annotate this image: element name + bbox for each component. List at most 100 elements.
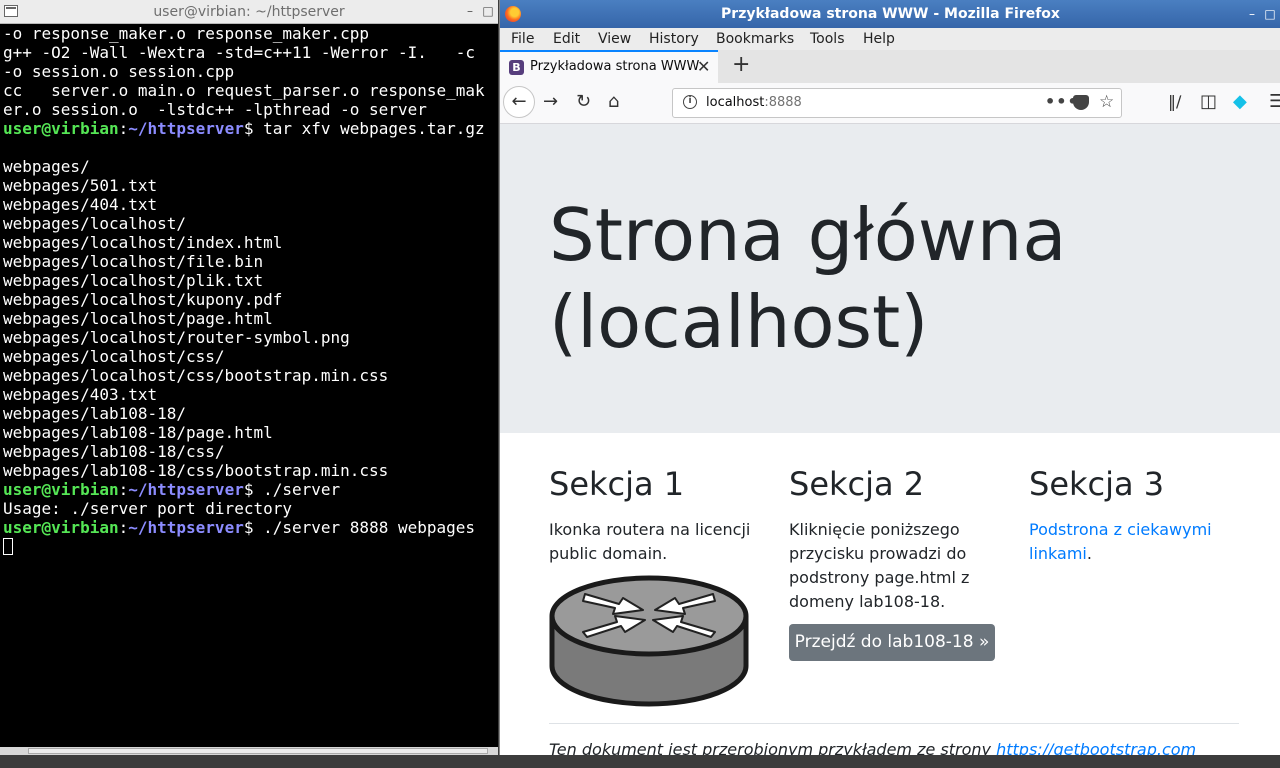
back-arrow-icon[interactable]: ← (503, 86, 535, 118)
terminal-titlebar[interactable]: user@virbian: ~/httpserver – □ (0, 0, 498, 24)
terminal-line: webpages/localhost/css/ (3, 347, 498, 366)
bootstrap-favicon-icon: B (509, 60, 524, 75)
terminal-line: webpages/localhost/index.html (3, 233, 498, 252)
terminal-line: user@virbian:~/httpserver$ ./server 8888… (3, 518, 498, 537)
url-bar[interactable]: i localhost:8888 ••• ☆ (672, 88, 1122, 118)
section-2-title: Sekcja 2 (789, 465, 925, 503)
prompt-path: ~/httpserver (128, 119, 244, 138)
menu-bookmarks[interactable]: Bookmarks (716, 31, 794, 47)
tab-active[interactable]: B Przykładowa strona WWW ✕ (500, 50, 718, 83)
pocket-icon[interactable] (1073, 95, 1089, 110)
terminal-cursor-line (3, 537, 498, 556)
terminal-line: webpages/localhost/plik.txt (3, 271, 498, 290)
output-text: webpages/404.txt (3, 195, 158, 214)
terminal-line: webpages/localhost/kupony.pdf (3, 290, 498, 309)
menu-file[interactable]: File (511, 31, 534, 47)
output-text: Usage: ./server port directory (3, 499, 292, 518)
menu-help[interactable]: Help (863, 31, 895, 47)
hamburger-menu-icon[interactable]: ☰ (1269, 92, 1280, 112)
sidebar-icon[interactable]: ◫ (1200, 92, 1217, 112)
output-text: webpages/lab108-18/page.html (3, 423, 273, 442)
output-text: er.o session.o -lstdc++ -lpthread -o ser… (3, 100, 427, 119)
output-text: webpages/lab108-18/css/bootstrap.min.css (3, 461, 389, 480)
terminal-line: webpages/501.txt (3, 176, 498, 195)
terminal-line: webpages/404.txt (3, 195, 498, 214)
forward-arrow-icon[interactable]: → (543, 92, 558, 112)
terminal-line: Usage: ./server port directory (3, 499, 498, 518)
tab-title: Przykładowa strona WWW (530, 59, 700, 74)
terminal-line: -o session.o session.cpp (3, 62, 498, 81)
home-icon[interactable]: ⌂ (608, 92, 619, 112)
section-3-text: Podstrona z ciekawymi linkami. (1029, 518, 1249, 566)
new-tab-icon[interactable]: + (732, 52, 750, 77)
prompt-user: user@virbian (3, 480, 119, 499)
terminal-line: webpages/localhost/ (3, 214, 498, 233)
firefox-bottom-border (499, 755, 1280, 768)
output-text: -o session.o session.cpp (3, 62, 235, 81)
terminal-line: webpages/localhost/file.bin (3, 252, 498, 271)
prompt-path: ~/httpserver (128, 480, 244, 499)
lab108-button[interactable]: Przejdź do lab108-18 » (789, 624, 995, 661)
site-info-icon[interactable]: i (683, 95, 697, 109)
maximize-icon[interactable]: □ (1262, 6, 1278, 22)
navigation-toolbar: ← → ↻ ⌂ i localhost:8888 ••• ☆ ‖∕ ◫ ◆ ☰ (500, 83, 1280, 124)
section-3-period: . (1086, 544, 1092, 563)
close-tab-icon[interactable]: ✕ (697, 57, 710, 76)
output-text: cc server.o main.o request_parser.o resp… (3, 81, 485, 100)
links-subpage-link[interactable]: Podstrona z ciekawymi linkami (1029, 520, 1212, 563)
terminal-window[interactable]: user@virbian: ~/httpserver – □ -o respon… (0, 0, 498, 768)
terminal-line: webpages/lab108-18/css/bootstrap.min.css (3, 461, 498, 480)
output-text: webpages/localhost/css/bootstrap.min.css (3, 366, 389, 385)
firefox-titlebar[interactable]: Przykładowa strona WWW - Mozilla Firefox… (500, 0, 1280, 28)
web-page[interactable]: Strona główna (localhost) Sekcja 1 Ikonk… (500, 124, 1280, 760)
menu-view[interactable]: View (598, 31, 631, 47)
terminal-line: webpages/403.txt (3, 385, 498, 404)
terminal-line: webpages/lab108-18/css/ (3, 442, 498, 461)
output-text: webpages/ (3, 157, 90, 176)
output-text: webpages/lab108-18/css/ (3, 442, 225, 461)
reload-icon[interactable]: ↻ (576, 92, 591, 112)
prompt-separator: : (118, 480, 129, 499)
output-text: webpages/localhost/css/ (3, 347, 225, 366)
command-text: ./server 8888 webpages (253, 518, 476, 537)
bookmark-star-icon[interactable]: ☆ (1099, 92, 1114, 112)
library-icon[interactable]: ‖∕ (1168, 92, 1181, 112)
router-symbol-image (549, 575, 749, 707)
menubar: File Edit View History Bookmarks Tools H… (500, 28, 1280, 50)
section-1-title: Sekcja 1 (549, 465, 685, 503)
output-text: webpages/lab108-18/ (3, 404, 187, 423)
page-title: Strona główna (localhost) (549, 193, 1067, 364)
minimize-icon[interactable]: – (1244, 6, 1260, 22)
terminal-line: webpages/localhost/page.html (3, 309, 498, 328)
url-text[interactable]: localhost:8888 (706, 95, 802, 110)
menu-edit[interactable]: Edit (553, 31, 580, 47)
output-text: webpages/501.txt (3, 176, 158, 195)
terminal-scrollbar-thumb[interactable] (28, 748, 488, 754)
firefox-window[interactable]: Przykładowa strona WWW - Mozilla Firefox… (499, 0, 1280, 760)
terminal-scrollbar[interactable] (0, 747, 498, 755)
terminal-line: er.o session.o -lstdc++ -lpthread -o ser… (3, 100, 498, 119)
maximize-icon[interactable]: □ (480, 3, 496, 19)
command-text: tar xfv webpages.tar.gz (253, 119, 485, 138)
terminal-line: webpages/localhost/css/bootstrap.min.css (3, 366, 498, 385)
section-1-text: Ikonka routera na licencji public domain… (549, 520, 751, 563)
output-text: webpages/localhost/page.html (3, 309, 273, 328)
terminal-bottom-border (0, 755, 498, 768)
prompt-user: user@virbian (3, 518, 119, 537)
terminal-line: webpages/ (3, 157, 498, 176)
output-text: webpages/localhost/file.bin (3, 252, 264, 271)
minimize-icon[interactable]: – (462, 3, 478, 19)
output-text: g++ -O2 -Wall -Wextra -std=c++11 -Werror… (3, 43, 476, 62)
output-text: webpages/localhost/ (3, 214, 187, 233)
extension-icon[interactable]: ◆ (1233, 92, 1247, 112)
output-text: webpages/localhost/plik.txt (3, 271, 264, 290)
terminal-line: webpages/lab108-18/page.html (3, 423, 498, 442)
terminal-cursor (3, 538, 13, 555)
terminal-line: -o response_maker.o response_maker.cpp (3, 24, 498, 43)
menu-tools[interactable]: Tools (810, 31, 845, 47)
prompt-user: user@virbian (3, 119, 119, 138)
jumbotron: Strona główna (localhost) (500, 124, 1280, 433)
terminal-output[interactable]: -o response_maker.o response_maker.cpp g+… (3, 24, 498, 556)
menu-history[interactable]: History (649, 31, 699, 47)
output-text: webpages/localhost/router-symbol.png (3, 328, 350, 347)
